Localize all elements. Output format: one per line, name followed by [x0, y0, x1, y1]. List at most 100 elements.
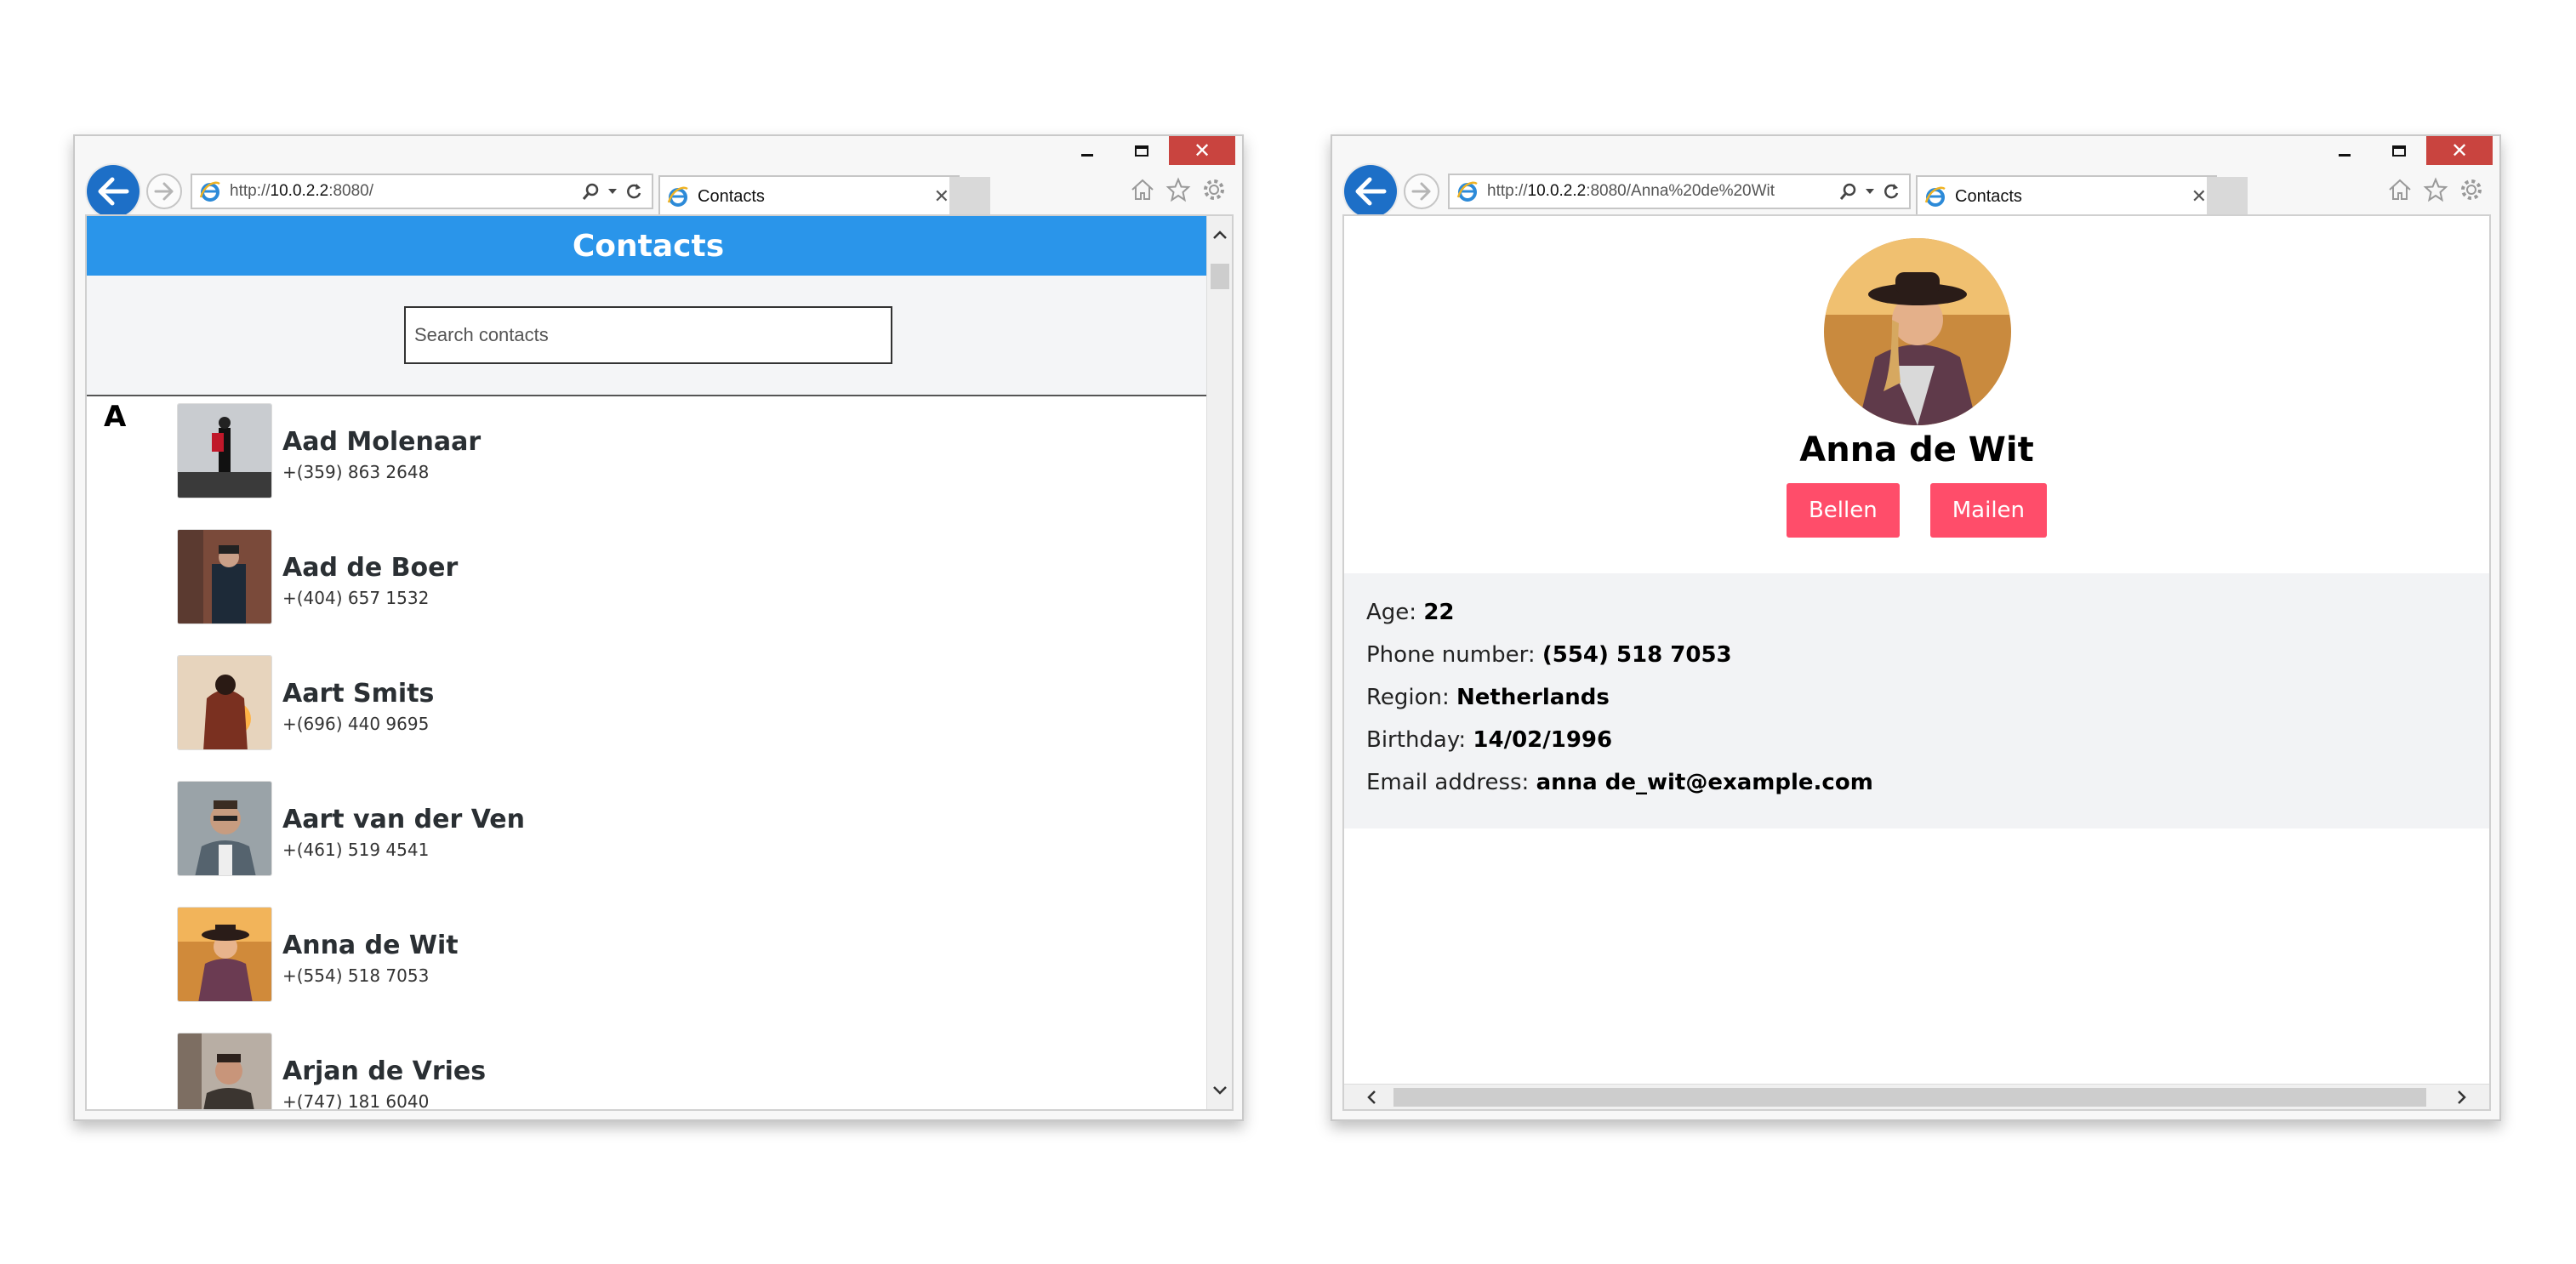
- call-button[interactable]: Bellen: [1786, 483, 1900, 538]
- window-controls: ✕: [1060, 136, 1235, 165]
- list-item[interactable]: Aad de Boer +(404) 657 1532: [177, 529, 458, 624]
- page-viewport: Anna de Wit Bellen Mailen Age: 22 Phone …: [1342, 214, 2491, 1111]
- forward-button[interactable]: [1404, 174, 1439, 209]
- page-viewport: Contacts A Aad Molenaar +(359) 863 2648: [85, 214, 1234, 1111]
- browser-toolbar-right: [2387, 177, 2484, 202]
- gear-icon[interactable]: [1201, 177, 1227, 202]
- contact-name: Aart Smits: [282, 678, 435, 709]
- back-button[interactable]: [87, 165, 140, 218]
- dropdown-icon[interactable]: [607, 188, 618, 195]
- address-tools: [582, 182, 643, 201]
- forward-arrow-icon: [1411, 182, 1431, 201]
- home-icon[interactable]: [2387, 177, 2413, 202]
- scroll-down-icon[interactable]: [1212, 1085, 1228, 1096]
- minimize-icon: [1081, 153, 1093, 157]
- contact-name: Anna de Wit: [1799, 430, 2034, 470]
- tab-title: Contacts: [698, 186, 765, 206]
- horizontal-scrollbar[interactable]: [1344, 1084, 2489, 1109]
- contact-details: Age: 22 Phone number: (554) 518 7053 Reg…: [1344, 573, 2489, 828]
- contact-name: Anna de Wit: [282, 930, 459, 960]
- contact-phone: +(359) 863 2648: [282, 461, 430, 482]
- address-url[interactable]: http://10.0.2.2:8080/Anna%20de%20Wit: [1487, 182, 1839, 201]
- avatar: [177, 907, 272, 1002]
- contact-name: Aad Molenaar: [282, 426, 482, 457]
- app-header: Contacts: [87, 216, 1210, 276]
- star-icon[interactable]: [1165, 177, 1191, 202]
- list-item[interactable]: Aart van der Ven +(461) 519 4541: [177, 781, 525, 876]
- close-icon: ✕: [1193, 139, 1211, 162]
- ie-logo-icon: [667, 186, 688, 207]
- refresh-icon[interactable]: [1882, 182, 1901, 201]
- tab-close-icon[interactable]: ✕: [2191, 186, 2207, 208]
- avatar: [177, 655, 272, 750]
- ie-logo-icon: [1456, 181, 1478, 202]
- close-window-button[interactable]: ✕: [1169, 136, 1235, 165]
- detail-birthday: Birthday: 14/02/1996: [1366, 727, 1613, 753]
- minimize-button[interactable]: [2317, 136, 2372, 165]
- detail-phone: Phone number: (554) 518 7053: [1366, 642, 1732, 668]
- contact-name: Aad de Boer: [282, 552, 459, 583]
- action-row: Bellen Mailen: [1344, 483, 2489, 538]
- forward-arrow-icon: [154, 182, 174, 201]
- avatar: [177, 529, 272, 624]
- new-tab-button[interactable]: [949, 177, 990, 214]
- contact-phone: +(461) 519 4541: [282, 839, 430, 860]
- list-item[interactable]: Arjan de Vries +(747) 181 6040: [177, 1033, 486, 1109]
- home-icon[interactable]: [1130, 177, 1155, 202]
- ie-logo-icon: [199, 181, 220, 202]
- contact-name: Arjan de Vries: [282, 1056, 487, 1086]
- avatar: [177, 781, 272, 876]
- search-icon[interactable]: [582, 182, 601, 201]
- window-controls: ✕: [2317, 136, 2493, 165]
- contact-phone: +(696) 440 9695: [282, 713, 430, 734]
- detail-email: Email address: anna de_wit@example.com: [1366, 770, 1873, 795]
- refresh-icon[interactable]: [624, 182, 643, 201]
- address-bar[interactable]: http://10.0.2.2:8080/Anna%20de%20Wit: [1448, 174, 1911, 209]
- mail-button[interactable]: Mailen: [1929, 483, 2048, 538]
- back-arrow-icon: [98, 177, 129, 206]
- scroll-thumb[interactable]: [1393, 1088, 2426, 1107]
- list-item[interactable]: Anna de Wit +(554) 518 7053: [177, 907, 459, 1002]
- list-item[interactable]: Aart Smits +(696) 440 9695: [177, 655, 434, 750]
- tab-contacts[interactable]: Contacts ✕: [658, 175, 960, 216]
- maximize-button[interactable]: [2372, 136, 2426, 165]
- star-icon[interactable]: [2423, 177, 2448, 202]
- address-url[interactable]: http://10.0.2.2:8080/: [230, 182, 582, 201]
- contact-detail-page: Anna de Wit Bellen Mailen Age: 22 Phone …: [1344, 216, 2489, 1109]
- search-zone: [87, 276, 1210, 396]
- scroll-left-icon[interactable]: [1366, 1090, 1376, 1105]
- tab-close-icon[interactable]: ✕: [934, 186, 949, 208]
- browser-window-contact-detail: ✕ http://10.0.2.2:8080/Anna%20de%20Wit C…: [1331, 134, 2501, 1121]
- close-icon: ✕: [2450, 139, 2469, 162]
- search-icon[interactable]: [1839, 182, 1858, 201]
- tab-contacts[interactable]: Contacts ✕: [1916, 175, 2217, 216]
- back-arrow-icon: [1355, 177, 1387, 206]
- contacts-page: Contacts A Aad Molenaar +(359) 863 2648: [87, 216, 1210, 1109]
- tab-title: Contacts: [1955, 186, 2022, 206]
- dropdown-icon[interactable]: [1865, 188, 1875, 195]
- contact-name: Aart van der Ven: [282, 804, 525, 834]
- new-tab-button[interactable]: [2207, 177, 2248, 214]
- maximize-icon: [1135, 145, 1148, 157]
- scroll-up-icon[interactable]: [1212, 230, 1228, 240]
- list-item[interactable]: Aad Molenaar +(359) 863 2648: [177, 403, 481, 498]
- back-button[interactable]: [1344, 165, 1397, 218]
- scroll-right-icon[interactable]: [2457, 1090, 2467, 1105]
- minimize-button[interactable]: [1060, 136, 1114, 165]
- address-tools: [1839, 182, 1901, 201]
- avatar: [177, 403, 272, 498]
- browser-toolbar-right: [1130, 177, 1227, 202]
- scroll-thumb[interactable]: [1211, 264, 1229, 289]
- vertical-scrollbar[interactable]: [1206, 216, 1232, 1109]
- maximize-button[interactable]: [1114, 136, 1169, 165]
- address-bar[interactable]: http://10.0.2.2:8080/: [191, 174, 653, 209]
- gear-icon[interactable]: [2459, 177, 2484, 202]
- contact-phone: +(554) 518 7053: [282, 965, 430, 986]
- avatar: [177, 1033, 272, 1109]
- detail-age: Age: 22: [1366, 600, 1455, 625]
- browser-window-contacts-list: ✕ http://10.0.2.2:8080/ Contacts ✕ Conta…: [73, 134, 1244, 1121]
- search-input[interactable]: [404, 306, 892, 364]
- forward-button[interactable]: [146, 174, 182, 209]
- close-window-button[interactable]: ✕: [2426, 136, 2493, 165]
- maximize-icon: [2392, 145, 2406, 157]
